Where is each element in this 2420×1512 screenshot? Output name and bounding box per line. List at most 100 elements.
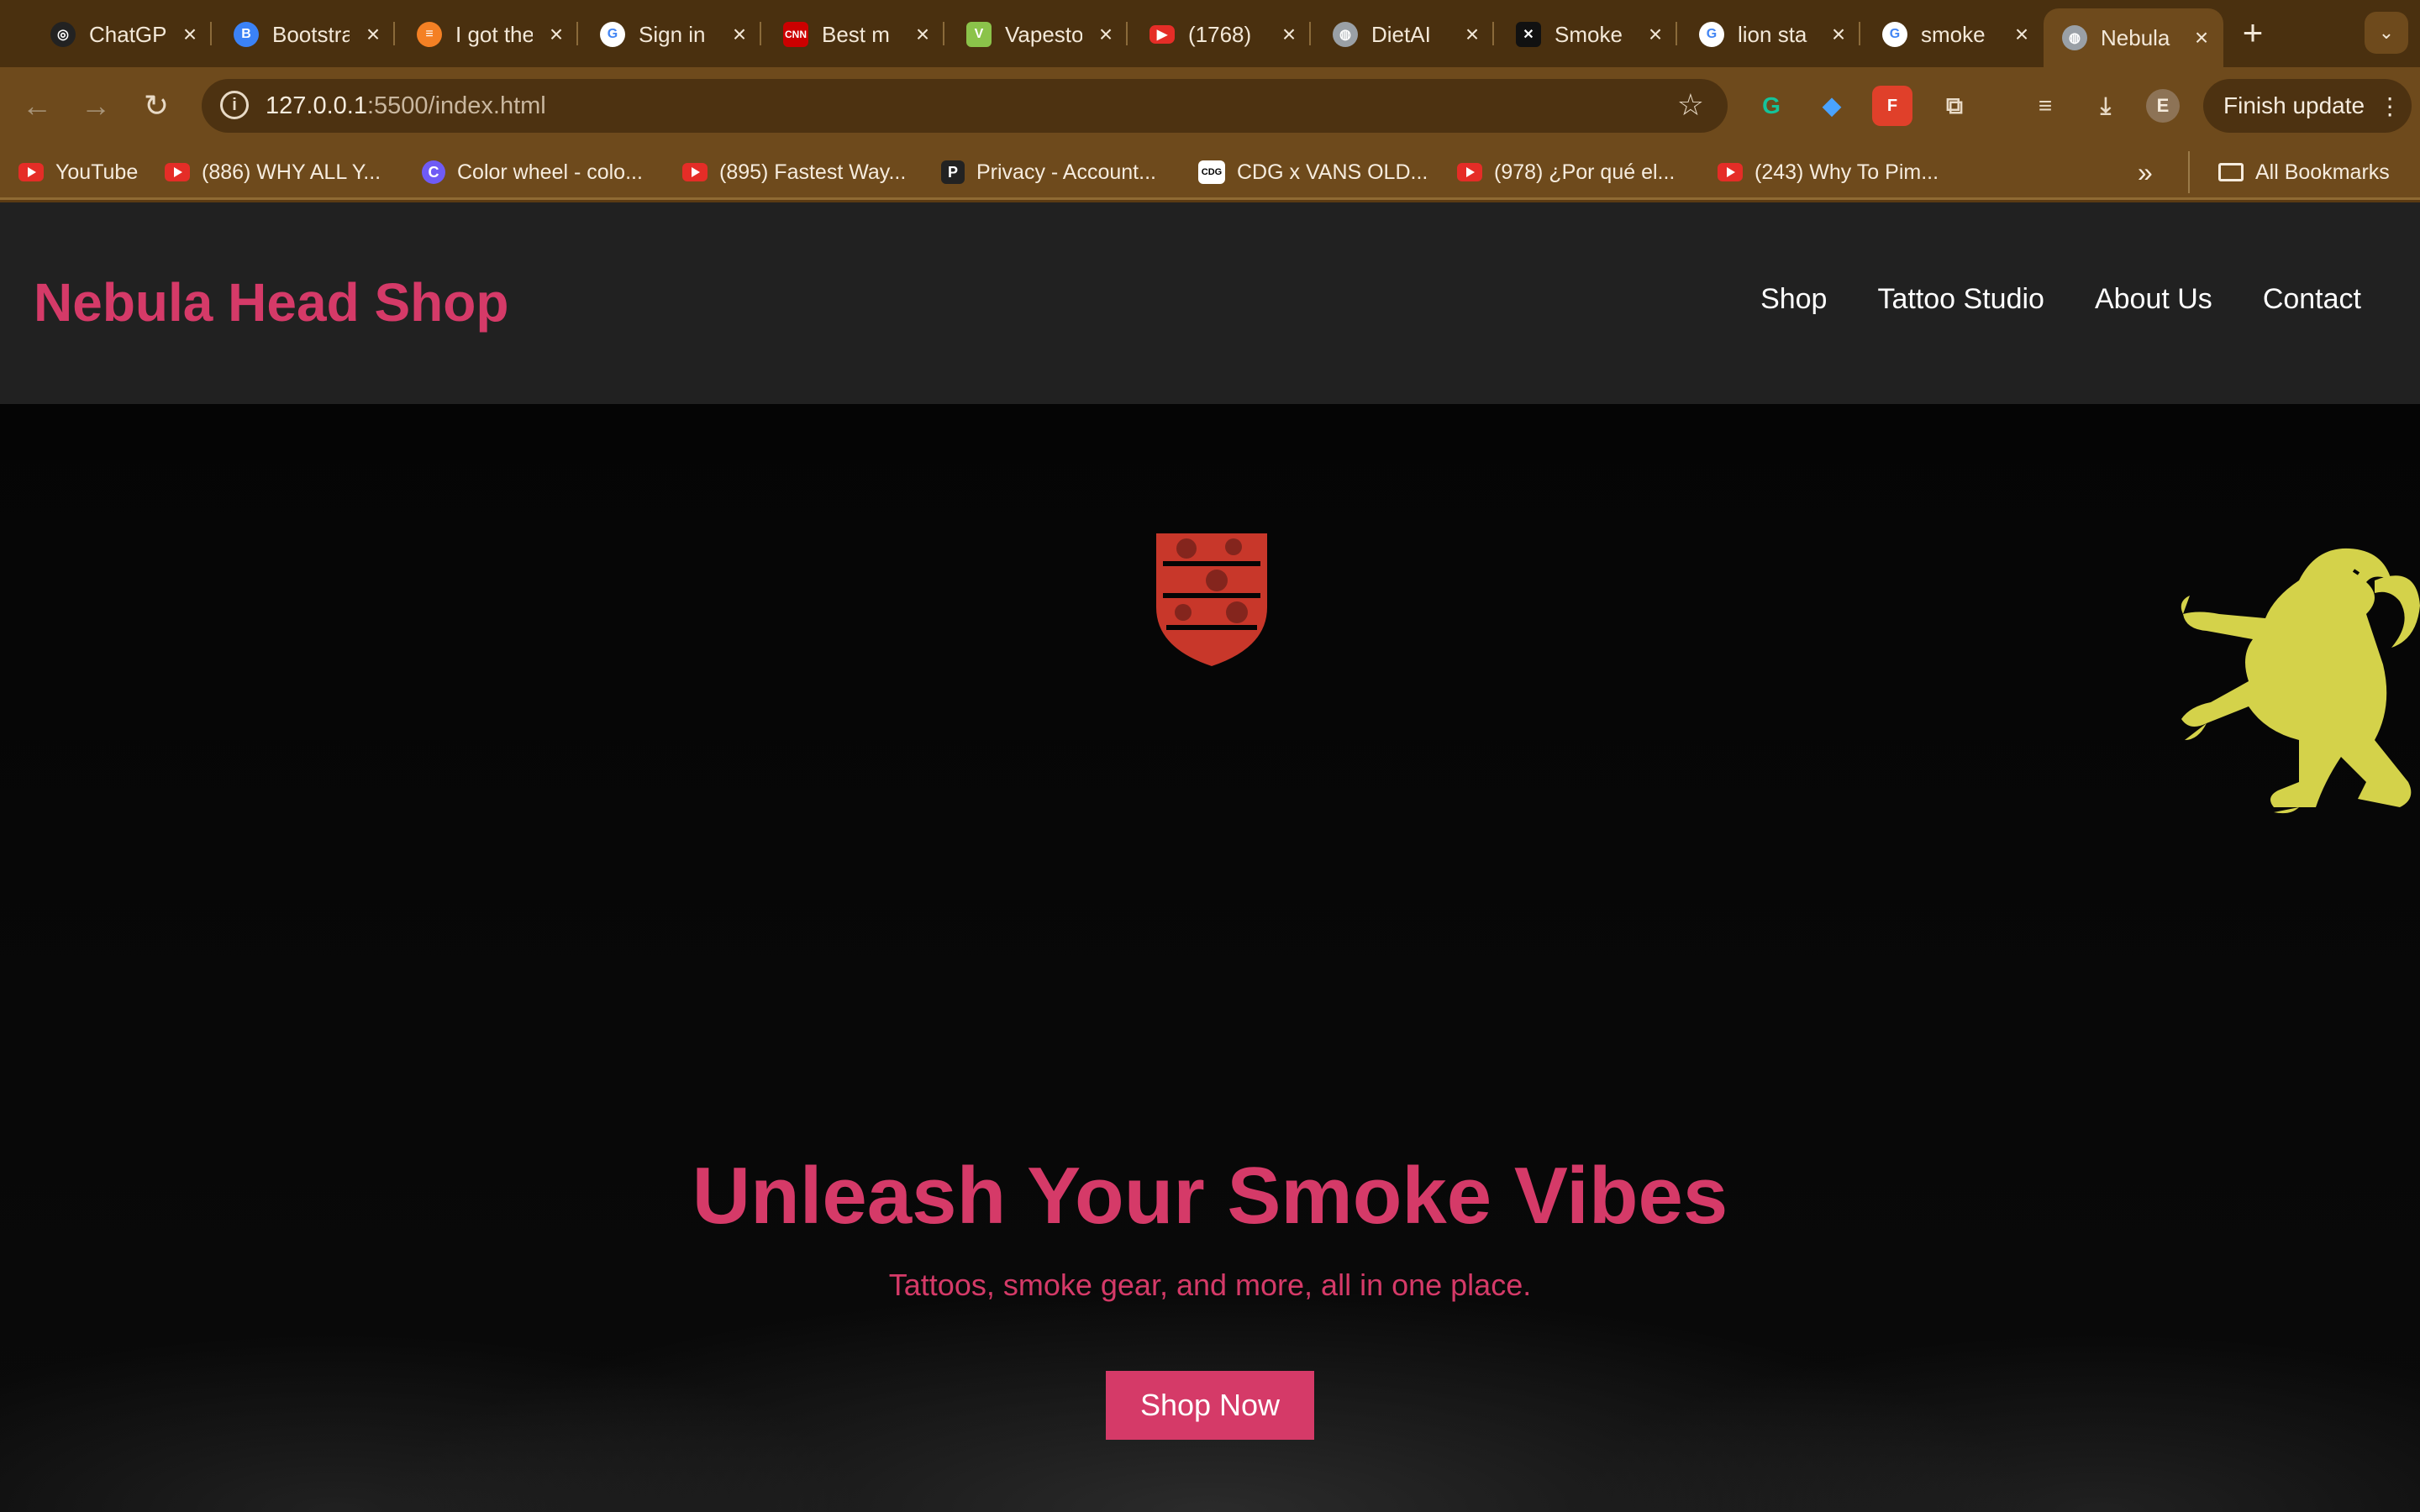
forward-arrow-icon[interactable]: → <box>77 87 114 124</box>
new-tab-button[interactable]: + <box>2232 12 2274 54</box>
tab-title: Smoke <box>1555 21 1623 47</box>
bookmark-item[interactable]: (243) Why To Pim... <box>1718 156 1939 188</box>
close-icon[interactable]: × <box>546 21 566 48</box>
rampant-lion-icon <box>2181 548 2420 814</box>
hero-section: Unleash Your Smoke Vibes Tattoos, smoke … <box>0 404 2420 1512</box>
extensions-puzzle-icon[interactable]: ⧉ <box>1934 86 1975 126</box>
tab-bootstrap[interactable]: B Bootstrap × <box>215 8 395 60</box>
main-nav: Shop Tattoo Studio About Us Contact <box>1760 283 2361 316</box>
globe-icon: ◍ <box>1333 22 1358 47</box>
bookmarks-overflow-chevron-icon[interactable]: » <box>2138 156 2153 188</box>
tab-smoke-x[interactable]: ✕ Smoke × <box>1497 8 1677 60</box>
tab-title: Best m <box>822 21 890 47</box>
web-page: Nebula Head Shop Shop Tattoo Studio Abou… <box>0 202 2420 1512</box>
flash-extension-icon[interactable]: F <box>1872 86 1912 126</box>
youtube-icon <box>682 163 708 181</box>
back-arrow-icon[interactable]: ← <box>18 87 55 124</box>
close-icon[interactable]: × <box>1645 21 1665 48</box>
tab-vapestore[interactable]: V Vapestore × <box>948 8 1128 60</box>
shop-now-button[interactable]: Shop Now <box>1106 1371 1314 1440</box>
x-logo-icon: ✕ <box>1516 22 1541 47</box>
youtube-icon <box>165 163 190 181</box>
address-bar[interactable]: i 127.0.0.1:5500/index.html ☆ <box>202 79 1728 133</box>
bookmark-item[interactable]: (895) Fastest Way... <box>682 156 906 188</box>
download-icon[interactable]: ⤓ <box>2086 86 2126 126</box>
close-icon[interactable]: × <box>1462 21 1482 48</box>
close-icon[interactable]: × <box>913 21 933 48</box>
all-bookmarks-button[interactable]: All Bookmarks <box>2218 156 2390 188</box>
nav-link-contact[interactable]: Contact <box>2263 283 2361 316</box>
bookmark-item[interactable]: (978) ¿Por qué el... <box>1457 156 1675 188</box>
tab-dietai[interactable]: ◍ DietAI × <box>1314 8 1494 60</box>
bookmark-label: Privacy - Account... <box>976 160 1156 184</box>
gem-extension-icon[interactable]: ◆ <box>1812 86 1852 126</box>
close-icon[interactable]: × <box>729 21 750 48</box>
p-icon: P <box>941 160 965 184</box>
close-icon[interactable]: × <box>1279 21 1299 48</box>
tab-title: ChatGPT <box>89 21 166 47</box>
tab-title: Nebula <box>2101 24 2170 50</box>
tab-title: DietAI <box>1371 21 1431 47</box>
reload-icon[interactable]: ↻ <box>138 87 175 124</box>
google-icon: G <box>600 22 625 47</box>
tab-stackoverflow[interactable]: ≡ I got the × <box>398 8 578 60</box>
bookmark-item[interactable]: (886) WHY ALL Y... <box>165 156 381 188</box>
bookmark-label: Color wheel - colo... <box>457 160 643 184</box>
site-brand[interactable]: Nebula Head Shop <box>34 271 508 333</box>
tab-smoke-search[interactable]: G smoke × <box>1864 8 2044 60</box>
tab-title: I got the <box>455 21 533 47</box>
google-icon: G <box>1882 22 1907 47</box>
bookmarks-divider <box>2188 151 2190 193</box>
tab-title: (1768) <box>1188 21 1252 47</box>
tab-search-button[interactable]: ⌄ <box>2365 12 2408 54</box>
more-menu-icon[interactable]: ⋮ <box>2378 92 2402 120</box>
globe-icon: ◍ <box>2062 25 2087 50</box>
google-icon: G <box>1699 22 1724 47</box>
close-icon[interactable]: × <box>180 21 200 48</box>
close-icon[interactable]: × <box>1096 21 1116 48</box>
close-icon[interactable]: × <box>1828 21 1849 48</box>
grammarly-extension-icon[interactable]: G <box>1751 86 1791 126</box>
youtube-icon <box>18 163 44 181</box>
browser-toolbar: ← → ↻ i 127.0.0.1:5500/index.html ☆ G ◆ … <box>0 67 2420 144</box>
bookmark-label: (886) WHY ALL Y... <box>202 160 381 184</box>
tab-youtube[interactable]: ▶ (1768) × <box>1131 8 1311 60</box>
canva-icon: C <box>422 160 445 184</box>
bookmark-item[interactable]: CDG CDG x VANS OLD... <box>1198 156 1428 188</box>
site-header: Nebula Head Shop Shop Tattoo Studio Abou… <box>0 202 2420 404</box>
tab-title: Sign in <box>639 21 706 47</box>
tab-chatgpt[interactable]: ◎ ChatGPT × <box>32 8 212 60</box>
stackoverflow-icon: ≡ <box>417 22 442 47</box>
tab-nebula-active[interactable]: ◍ Nebula × <box>2044 8 2223 67</box>
cnn-icon: CNN <box>783 22 808 47</box>
tab-title: Vapestore <box>1005 21 1082 47</box>
nav-link-about-us[interactable]: About Us <box>2095 283 2212 316</box>
bookmark-item[interactable]: C Color wheel - colo... <box>422 156 643 188</box>
bookmark-star-icon[interactable]: ☆ <box>1677 87 1704 123</box>
browser-chrome: ◎ ChatGPT × B Bootstrap × ≡ I got the × … <box>0 0 2420 202</box>
tab-title: smoke <box>1921 21 1986 47</box>
nav-link-shop[interactable]: Shop <box>1760 283 1827 316</box>
hero-title: Unleash Your Smoke Vibes <box>692 1151 1728 1241</box>
tab-lion-search[interactable]: G lion sta × <box>1681 8 1860 60</box>
bookmark-item[interactable]: P Privacy - Account... <box>941 156 1156 188</box>
youtube-icon <box>1457 163 1482 181</box>
nav-link-tattoo-studio[interactable]: Tattoo Studio <box>1877 283 2044 316</box>
close-icon[interactable]: × <box>2191 24 2212 51</box>
finish-update-button[interactable]: Finish update ⋮ <box>2203 79 2412 133</box>
url-host: 127.0.0.1 <box>266 92 367 119</box>
folder-icon <box>2218 163 2244 181</box>
tab-title: lion sta <box>1738 21 1807 47</box>
media-queue-icon[interactable]: ≡ <box>2025 86 2065 126</box>
tab-sign-in[interactable]: G Sign in × <box>581 8 761 60</box>
bookmark-item[interactable]: YouTube <box>18 156 138 188</box>
profile-avatar[interactable]: E <box>2146 89 2180 123</box>
youtube-icon <box>1718 163 1743 181</box>
site-info-icon[interactable]: i <box>220 91 249 119</box>
tab-title: Bootstrap <box>272 21 350 47</box>
close-icon[interactable]: × <box>363 21 383 48</box>
bootstrap-icon: B <box>234 22 259 47</box>
close-icon[interactable]: × <box>2012 21 2032 48</box>
cdg-icon: CDG <box>1198 160 1225 184</box>
tab-cnn[interactable]: CNN Best m × <box>765 8 944 60</box>
